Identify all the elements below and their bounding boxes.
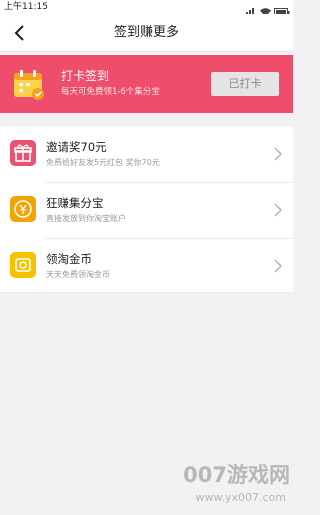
checkin-subtitle: 每天可免费领1-6个集分宝 (61, 87, 160, 97)
invite-title: 邀请奖70元 (46, 140, 107, 154)
calendar-icon (12, 67, 46, 101)
list-item-taojinbi[interactable]: 领淘金币 天天免费领淘金币 (0, 238, 293, 294)
watermark-url: www.yx007.com (195, 491, 286, 504)
chevron-right-icon (273, 202, 283, 218)
watermark: 007游戏网 www.yx007.com (172, 462, 290, 512)
list-item-invite[interactable]: 邀请奖70元 免费给好友发5元红包 奖你70元 (0, 126, 293, 182)
checkin-banner: 打卡签到 每天可免费领1-6个集分宝 已打卡 (0, 55, 293, 113)
status-bar: 上午11:15 (0, 0, 293, 17)
taojinbi-desc: 天天免费领淘金币 (46, 270, 110, 279)
watermark-logo-text: 007游戏网 (183, 463, 290, 487)
checkin-title: 打卡签到 (61, 69, 110, 83)
list-item-jifenbao[interactable]: 狂赚集分宝 直接发放到你淘宝账户 (0, 182, 293, 238)
jifenbao-coin-icon (10, 196, 36, 222)
jifenbao-desc: 直接发放到你淘宝账户 (46, 214, 126, 223)
invite-desc: 免费给好友发5元红包 奖你70元 (46, 158, 160, 167)
checked-in-button[interactable]: 已打卡 (211, 72, 279, 96)
chevron-right-icon (273, 146, 283, 162)
taojinbi-coin-icon (10, 252, 36, 278)
nav-bar: 签到赚更多 (0, 14, 293, 52)
jifenbao-title: 狂赚集分宝 (46, 196, 104, 210)
taojinbi-title: 领淘金币 (46, 252, 92, 266)
gift-icon (10, 140, 36, 166)
task-list: 邀请奖70元 免费给好友发5元红包 奖你70元 狂赚集分宝 直接发放到你淘宝账户… (0, 125, 293, 293)
page-title: 签到赚更多 (113, 25, 179, 40)
status-time: 上午11:15 (4, 2, 48, 12)
chevron-right-icon (273, 258, 283, 274)
